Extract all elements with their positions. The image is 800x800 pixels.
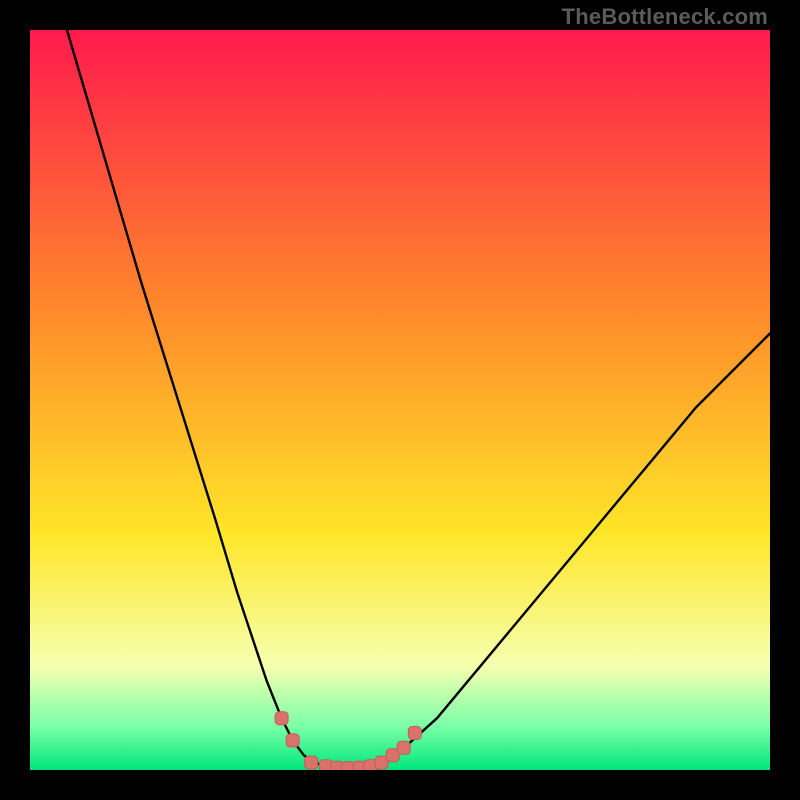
- curve-marker: [397, 741, 410, 754]
- curve-marker: [286, 734, 299, 747]
- curve-marker: [275, 712, 288, 725]
- watermark-text: TheBottleneck.com: [562, 4, 768, 30]
- curve-marker: [305, 756, 318, 769]
- plot-area: [30, 30, 770, 770]
- gradient-background: [30, 30, 770, 770]
- curve-marker: [408, 727, 421, 740]
- bottleneck-chart: [30, 30, 770, 770]
